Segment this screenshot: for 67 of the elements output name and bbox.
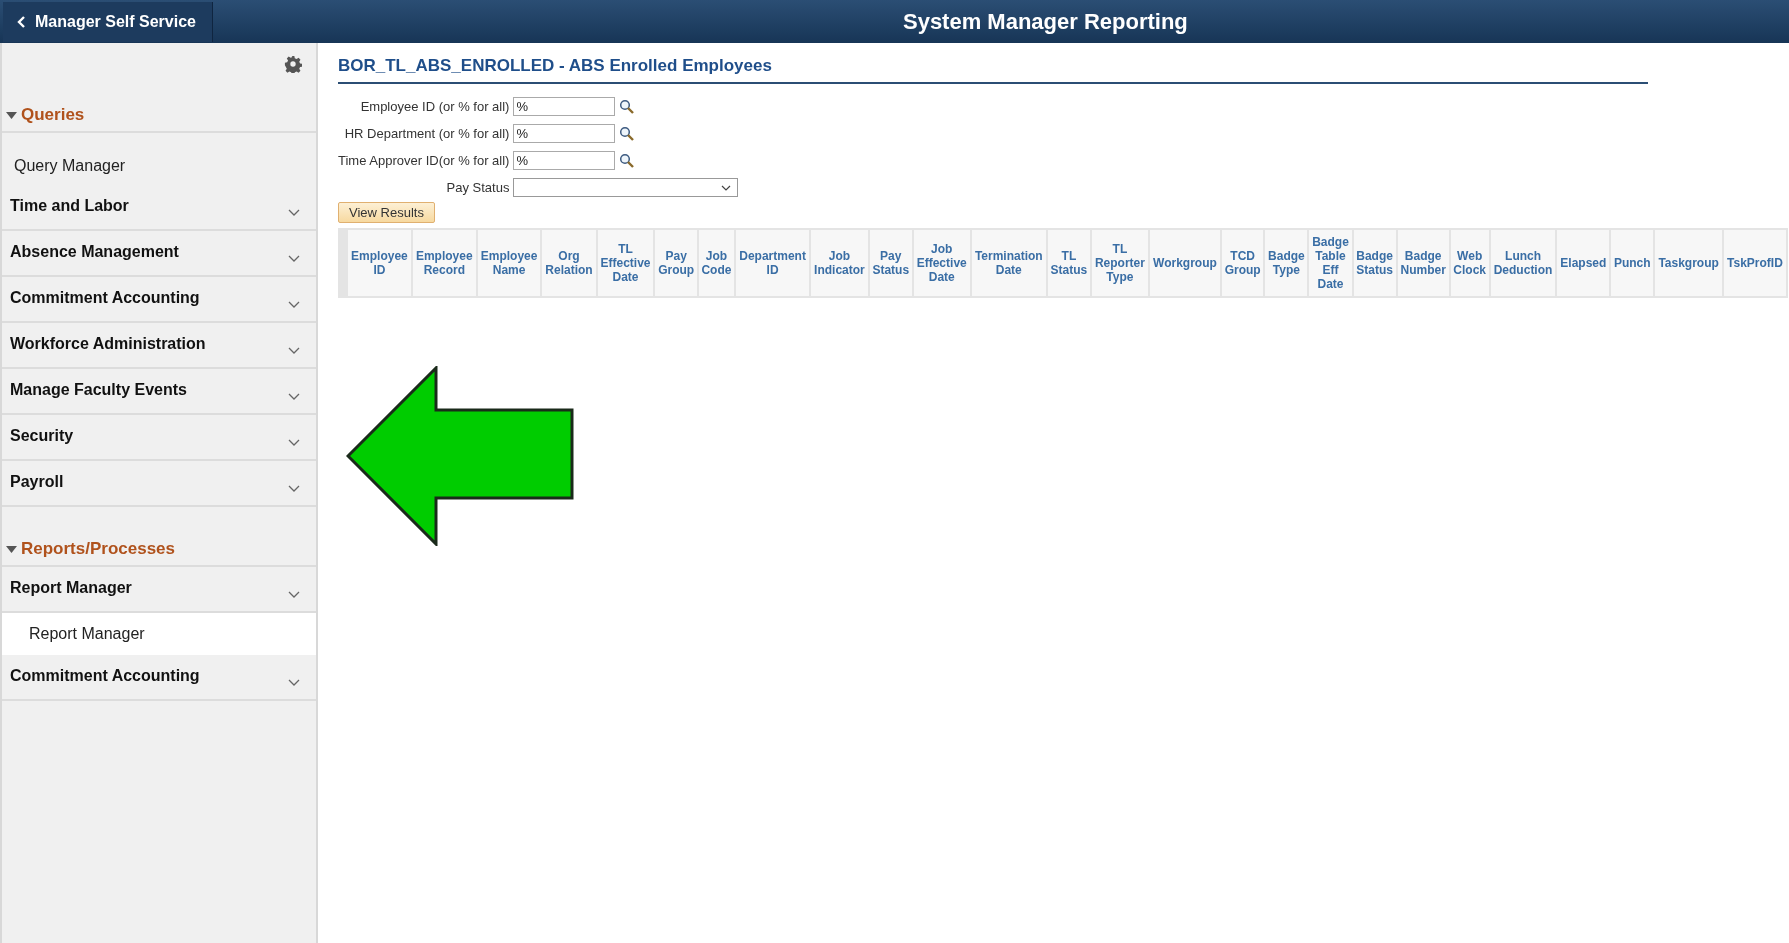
chevron-down-icon [288, 591, 300, 598]
chevron-down-icon [288, 393, 300, 400]
back-icon [17, 15, 27, 28]
column-header[interactable]: Job Effective Date [912, 229, 971, 297]
field-label: Employee ID (or % for all) [359, 99, 510, 114]
search-icon[interactable] [619, 99, 635, 114]
column-header[interactable]: Badge Table Eff Date [1308, 229, 1353, 297]
sidebar-folder[interactable]: Security [2, 415, 316, 461]
chevron-down-icon [288, 347, 300, 354]
chevron-down-icon [288, 439, 300, 446]
column-header[interactable]: Lunch Deduction [1489, 229, 1557, 297]
sidebar-folder[interactable]: Absence Management [2, 231, 316, 277]
column-header[interactable]: Web Clock [1449, 229, 1490, 297]
field-label: HR Department (or % for all) [343, 126, 510, 141]
column-header[interactable]: TCD Group [1220, 229, 1265, 297]
sidebar-folder[interactable]: Payroll [2, 461, 316, 507]
chevron-down-icon [288, 209, 300, 216]
dropdown-field[interactable] [513, 178, 739, 197]
chevron-down-icon [721, 184, 732, 191]
section-header[interactable]: Queries [2, 73, 316, 133]
sidebar-link[interactable]: Report Manager [2, 613, 316, 655]
column-header[interactable]: Termination Date [970, 229, 1047, 297]
column-header[interactable]: Employee Record [411, 229, 477, 297]
section-header[interactable]: Reports/Processes [2, 507, 316, 567]
column-header[interactable]: Badge Type [1264, 229, 1309, 297]
column-header[interactable]: Pay Status [868, 229, 913, 297]
chevron-down-icon [288, 255, 300, 262]
search-icon[interactable] [619, 153, 635, 168]
column-header[interactable]: Org Relation [541, 229, 597, 297]
column-header[interactable]: TL Reporter Type [1091, 229, 1149, 297]
page-title: BOR_TL_ABS_ENROLLED - ABS Enrolled Employees [338, 56, 1648, 84]
triangle-icon [6, 545, 17, 553]
column-header[interactable]: TskProfID [1722, 229, 1787, 297]
column-header[interactable]: Job Indicator [810, 229, 869, 297]
column-header[interactable]: Workgroup [1148, 229, 1221, 297]
settings-icon[interactable] [284, 55, 302, 73]
chevron-down-icon [288, 301, 300, 308]
column-header[interactable]: Job Code [697, 229, 736, 297]
input-field[interactable]: % [513, 151, 616, 170]
column-header[interactable]: Taskgroup [1654, 229, 1723, 297]
field-label: Pay Status [445, 180, 510, 195]
column-header[interactable]: Employee Name [476, 229, 542, 297]
sidebar-folder[interactable]: Workforce Administration [2, 323, 316, 369]
column-header[interactable]: TL Status [1046, 229, 1091, 297]
back-button[interactable]: Manager Self Service [3, 1, 213, 42]
sidebar-folder[interactable]: Time and Labor [2, 185, 316, 231]
input-field[interactable]: % [513, 97, 616, 116]
page-header-title: System Manager Reporting [902, 8, 1188, 35]
column-header[interactable]: Badge Status [1352, 229, 1397, 297]
column-header[interactable]: TL Effective Date [596, 229, 655, 297]
sidebar-folder[interactable]: Commitment Accounting [2, 277, 316, 323]
sidebar-folder[interactable]: Commitment Accounting [2, 655, 316, 701]
view-results-button[interactable]: View Results [338, 202, 435, 223]
chevron-down-icon [288, 679, 300, 686]
column-header[interactable]: Pay Group [654, 229, 698, 297]
search-icon[interactable] [619, 126, 635, 141]
field-label: Time Approver ID(or % for all) [338, 153, 510, 168]
column-header[interactable]: Employee ID [343, 229, 412, 297]
column-header[interactable]: Department ID [735, 229, 811, 297]
input-field[interactable]: % [513, 124, 616, 143]
column-header[interactable]: Badge Number [1396, 229, 1450, 297]
triangle-icon [6, 111, 17, 119]
column-header[interactable]: Elapsed [1556, 229, 1611, 297]
sidebar-folder[interactable]: Manage Faculty Events [2, 369, 316, 415]
sidebar-link[interactable]: Query Manager [2, 133, 316, 185]
column-header[interactable]: Punch [1610, 229, 1655, 297]
chevron-down-icon [288, 485, 300, 492]
